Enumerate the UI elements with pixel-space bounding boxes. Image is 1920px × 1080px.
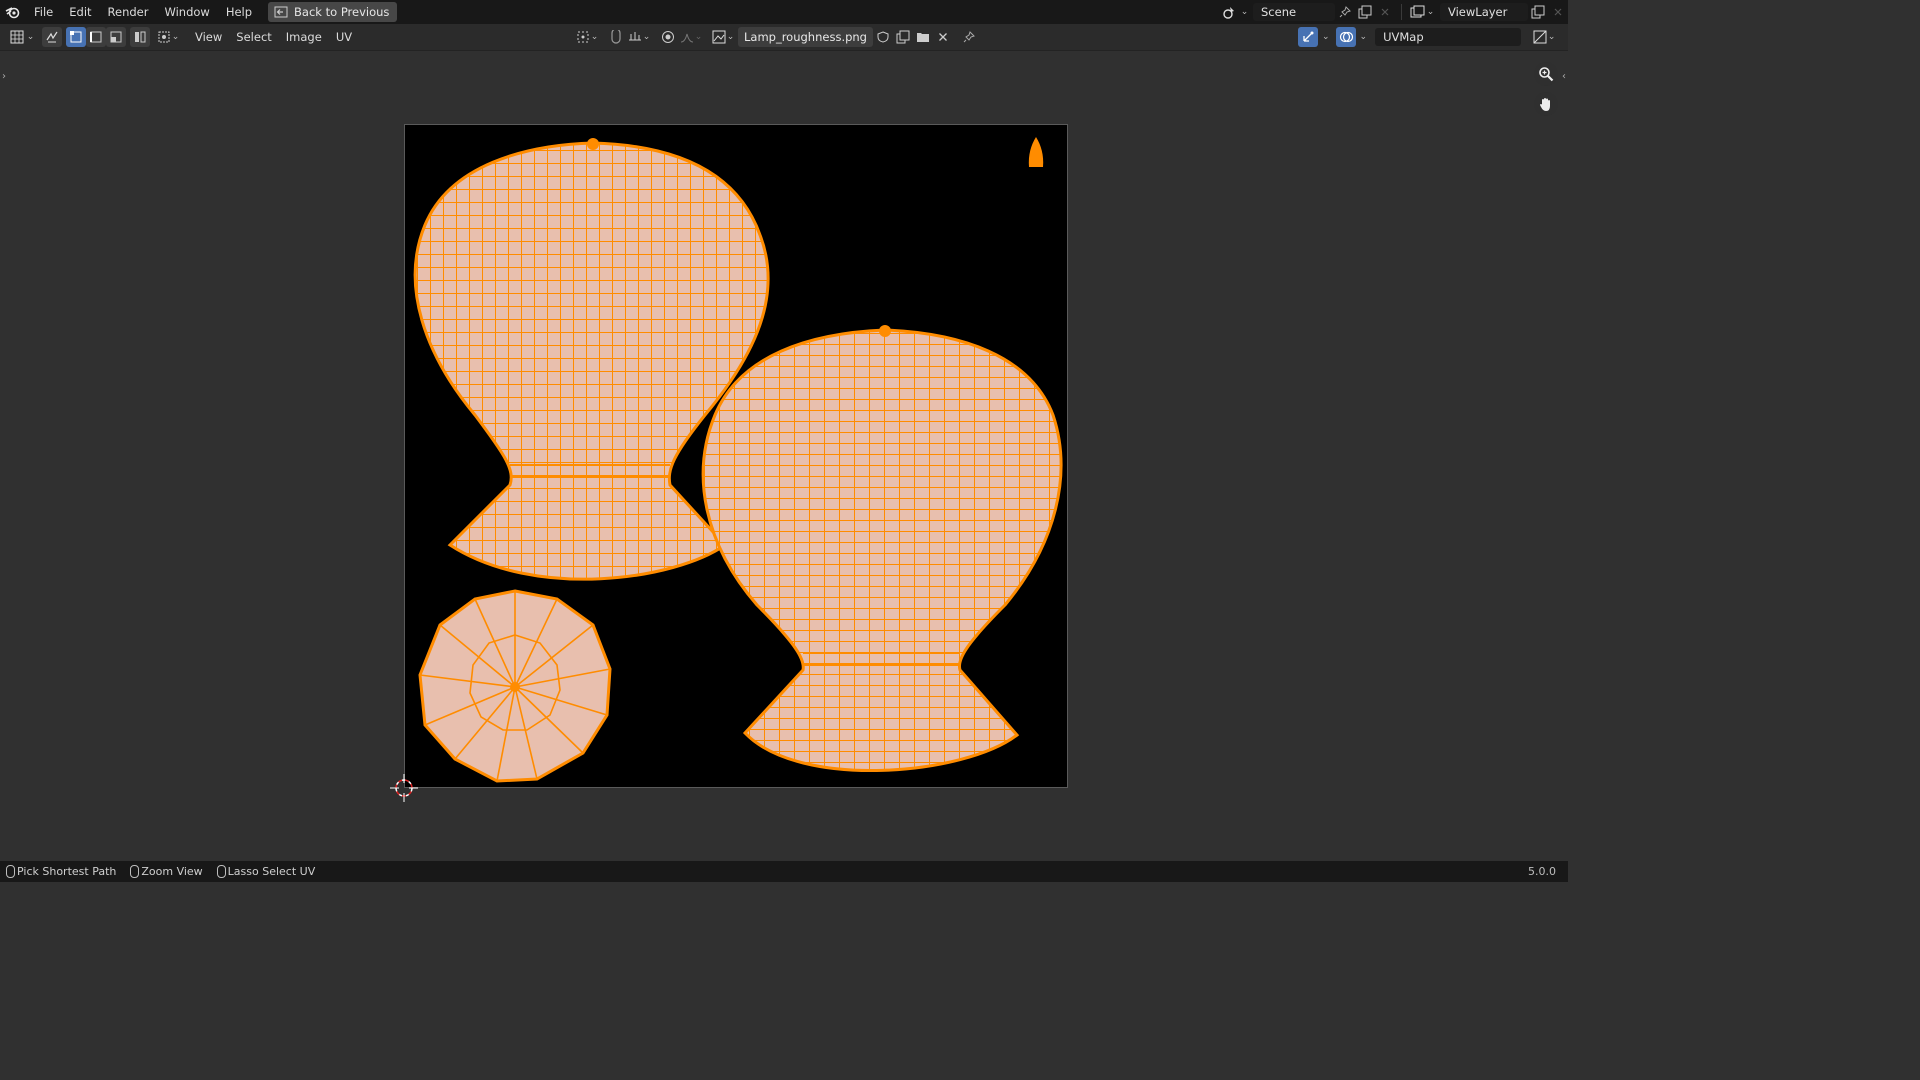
new-image-icon[interactable]	[893, 27, 913, 47]
snap-icon[interactable]	[606, 27, 626, 47]
back-to-previous-button[interactable]: Back to Previous	[268, 2, 398, 22]
open-image-folder-icon[interactable]	[913, 27, 933, 47]
island-select-mode-icon[interactable]	[130, 27, 150, 47]
overlays-toggle-icon[interactable]	[1335, 27, 1356, 47]
display-channels-icon[interactable]: ⌄	[1531, 27, 1557, 47]
uv-island-cap-circle[interactable]	[418, 589, 612, 783]
2d-cursor-icon[interactable]	[390, 774, 418, 802]
header-left-tools: ⌄ ⌄ View Select Image UV	[8, 27, 359, 47]
sidebar-expand-icon[interactable]: ‹	[1562, 71, 1566, 82]
status-hint-label: Pick Shortest Path	[17, 865, 117, 878]
blender-logo-icon[interactable]	[0, 0, 26, 24]
mouse-right-icon	[216, 865, 226, 878]
unlink-image-icon[interactable]	[933, 27, 953, 47]
uv-island-vase-right[interactable]	[701, 328, 1063, 772]
fake-user-icon[interactable]	[873, 27, 893, 47]
pin-scene-icon[interactable]	[1335, 2, 1355, 22]
mouse-middle-icon	[130, 865, 140, 878]
overlays-dropdown-icon[interactable]: ⌄	[1360, 32, 1368, 42]
view-layer-field[interactable]: ViewLayer	[1440, 3, 1528, 21]
header-right-tools: ⌄ ⌄ UVMap ⌄	[1298, 27, 1557, 47]
status-bar: Pick Shortest Path Zoom View Lasso Selec…	[0, 861, 1568, 882]
menu-window[interactable]: Window	[156, 0, 217, 24]
version-label: 5.0.0	[1528, 865, 1556, 878]
delete-view-layer-icon[interactable]	[1548, 2, 1568, 22]
menu-render[interactable]: Render	[100, 0, 157, 24]
proportional-editing-icon[interactable]	[658, 27, 678, 47]
status-hint-pick-path: Pick Shortest Path	[6, 865, 116, 878]
menu-help[interactable]: Help	[218, 0, 260, 24]
falloff-icon[interactable]: ⌄	[678, 27, 704, 47]
new-view-layer-icon[interactable]	[1528, 2, 1548, 22]
pan-view-hand-icon[interactable]	[1534, 92, 1558, 116]
delete-scene-icon[interactable]	[1375, 2, 1395, 22]
pin-image-icon[interactable]	[959, 27, 979, 47]
uv-map-field[interactable]: UVMap	[1375, 28, 1522, 46]
face-select-mode-icon[interactable]	[106, 27, 126, 47]
back-arrow-icon	[274, 6, 288, 18]
new-scene-icon[interactable]	[1355, 2, 1375, 22]
uv-image-background	[404, 124, 1068, 788]
navigation-gizmos	[1534, 62, 1558, 116]
view-layer-name: ViewLayer	[1448, 5, 1508, 19]
status-hint-label: Zoom View	[141, 865, 203, 878]
snap-target-icon[interactable]: ⌄	[626, 27, 652, 47]
sticky-selection-icon[interactable]: ⌄	[154, 27, 182, 47]
scene-selector-icon[interactable]: ⌄	[1221, 2, 1249, 22]
uv-island-small[interactable]	[1028, 137, 1044, 167]
image-name: Lamp_roughness.png	[744, 30, 867, 44]
edge-select-mode-icon[interactable]	[86, 27, 106, 47]
menu-file[interactable]: File	[26, 0, 61, 24]
back-to-previous-label: Back to Previous	[294, 5, 390, 19]
menu-edit[interactable]: Edit	[61, 0, 99, 24]
zoom-view-icon[interactable]	[1534, 62, 1558, 86]
top-bar: File Edit Render Window Help Back to Pre…	[0, 0, 1568, 24]
menu-image[interactable]: Image	[279, 27, 329, 47]
sync-selection-icon[interactable]	[42, 27, 62, 47]
menu-view[interactable]: View	[188, 27, 229, 47]
uv-map-name: UVMap	[1383, 30, 1424, 44]
toolbar-expand-icon[interactable]: ›	[2, 71, 6, 82]
menu-uv[interactable]: UV	[329, 27, 359, 47]
pivot-point-icon[interactable]: ⌄	[574, 27, 600, 47]
scene-name: Scene	[1261, 5, 1297, 19]
mouse-left-icon	[6, 865, 15, 878]
uv-editor-header: ⌄ ⌄ View Select Image UV ⌄ ⌄ ⌄ ⌄ Lamp_ro…	[0, 24, 1568, 51]
status-hint-zoom: Zoom View	[130, 865, 203, 878]
browse-image-icon[interactable]: ⌄	[710, 27, 736, 47]
status-hint-lasso: Lasso Select UV	[216, 865, 316, 878]
scene-controls: ⌄ Scene ⌄ ViewLayer	[1221, 0, 1568, 24]
view-layer-selector-icon[interactable]: ⌄	[1408, 2, 1436, 22]
header-center-tools: ⌄ ⌄ ⌄ ⌄ Lamp_roughness.png	[574, 27, 979, 47]
divider	[1401, 4, 1402, 20]
vertex-select-mode-icon[interactable]	[66, 27, 86, 47]
gizmo-dropdown-icon[interactable]: ⌄	[1322, 32, 1330, 42]
editor-type-icon[interactable]: ⌄	[8, 27, 36, 47]
status-hint-label: Lasso Select UV	[227, 865, 316, 878]
uv-mesh-layout[interactable]	[405, 125, 1067, 787]
gizmo-toggle-icon[interactable]	[1298, 27, 1318, 47]
scene-name-field[interactable]: Scene	[1253, 3, 1335, 21]
menu-select[interactable]: Select	[229, 27, 278, 47]
image-name-field[interactable]: Lamp_roughness.png	[738, 27, 873, 47]
